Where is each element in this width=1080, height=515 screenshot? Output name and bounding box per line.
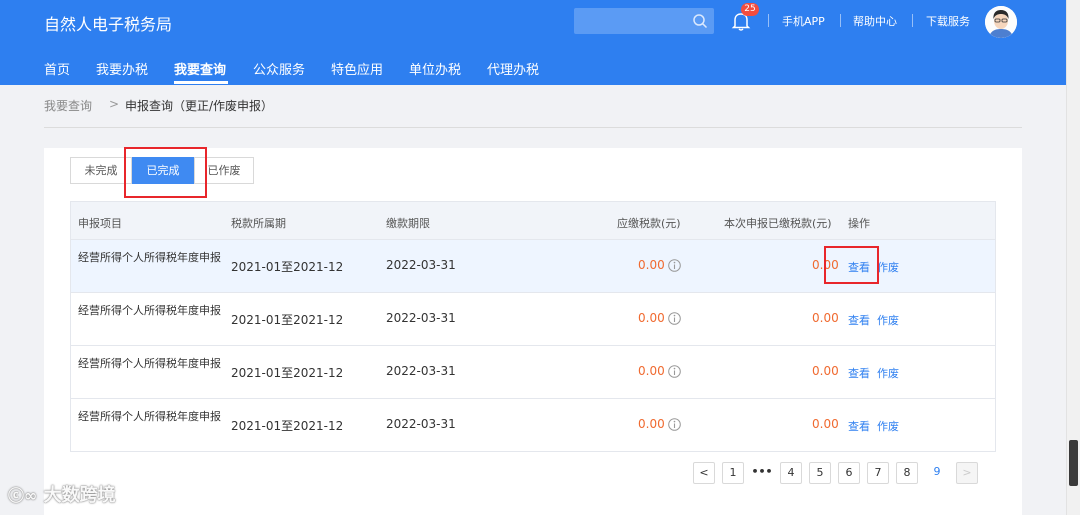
- void-button[interactable]: 作废: [877, 365, 899, 381]
- divider: [44, 127, 1022, 128]
- row-item-name: 经营所得个人所得税年度申报: [78, 251, 221, 264]
- nav-home[interactable]: 首页: [44, 59, 70, 78]
- watermark-text: 大数跨境: [43, 485, 116, 506]
- row-period: 2021-01至2021-12: [231, 366, 344, 380]
- row-deadline: 2022-03-31: [386, 311, 456, 325]
- col-header-due: 应缴税款(元): [617, 217, 681, 230]
- search-input[interactable]: [574, 8, 714, 34]
- nav-agent-tax[interactable]: 代理办税: [487, 59, 539, 78]
- view-button[interactable]: 查看: [848, 418, 870, 434]
- pagination-page[interactable]: 6: [838, 462, 860, 484]
- app-title[interactable]: 自然人电子税务局: [44, 11, 172, 35]
- nav-query[interactable]: 我要查询: [174, 59, 226, 78]
- row-period: 2021-01至2021-12: [231, 260, 344, 274]
- pagination-page[interactable]: 1: [722, 462, 744, 484]
- info-circle-icon[interactable]: [668, 365, 681, 378]
- tab-incomplete[interactable]: 未完成: [70, 157, 132, 184]
- notification-badge: 25: [741, 3, 759, 16]
- row-due-amount: 0.00: [638, 364, 665, 378]
- download-service-link[interactable]: 下载服务: [926, 13, 970, 29]
- pagination-prev-button[interactable]: <: [693, 462, 715, 484]
- mobile-app-link[interactable]: 手机APP: [782, 13, 825, 29]
- void-button[interactable]: 作废: [877, 259, 899, 275]
- watermark: ⓒ∞ 大数跨境: [8, 481, 116, 507]
- pagination-next-button[interactable]: >: [956, 462, 978, 484]
- row-paid-amount: 0.00: [812, 417, 839, 431]
- info-circle-icon[interactable]: [668, 259, 681, 272]
- breadcrumb-root[interactable]: 我要查询: [44, 97, 92, 114]
- col-header-period: 税款所属期: [231, 217, 286, 230]
- nav-featured-apps[interactable]: 特色应用: [331, 59, 383, 78]
- nav-unit-tax[interactable]: 单位办税: [409, 59, 461, 78]
- top-header: 自然人电子税务局 25 手机APP 帮助中心 下载服务 首页 我要办税 我要查询…: [0, 0, 1066, 85]
- row-period: 2021-01至2021-12: [231, 313, 344, 327]
- help-center-link[interactable]: 帮助中心: [853, 13, 897, 29]
- nav-public-service[interactable]: 公众服务: [253, 59, 305, 78]
- col-header-actions: 操作: [848, 217, 870, 230]
- row-item-name: 经营所得个人所得税年度申报: [78, 304, 221, 317]
- view-button[interactable]: 查看: [848, 312, 870, 328]
- col-header-deadline: 缴款期限: [386, 217, 430, 230]
- void-button[interactable]: 作废: [877, 312, 899, 328]
- info-circle-icon[interactable]: [668, 312, 681, 325]
- row-paid-amount: 0.00: [812, 364, 839, 378]
- pagination-page[interactable]: 5: [809, 462, 831, 484]
- pagination-ellipsis[interactable]: •••: [751, 462, 773, 484]
- highlight-box: [124, 147, 207, 198]
- row-due-amount: 0.00: [638, 258, 665, 272]
- pagination-page[interactable]: 4: [780, 462, 802, 484]
- search-icon[interactable]: [692, 13, 708, 29]
- row-item-name: 经营所得个人所得税年度申报: [78, 410, 221, 423]
- row-deadline: 2022-03-31: [386, 417, 456, 431]
- row-period: 2021-01至2021-12: [231, 419, 344, 433]
- info-circle-icon[interactable]: [668, 418, 681, 431]
- col-header-item: 申报项目: [78, 217, 122, 230]
- scrollbar-thumb[interactable]: [1069, 440, 1078, 486]
- user-avatar[interactable]: [985, 6, 1017, 38]
- divider: [768, 14, 769, 27]
- row-due-amount: 0.00: [638, 311, 665, 325]
- breadcrumb-separator: >: [109, 97, 120, 111]
- avatar-icon: [985, 6, 1017, 38]
- watermark-logo-icon: ⓒ∞: [8, 486, 38, 505]
- pagination-current-page[interactable]: 9: [926, 462, 948, 484]
- col-header-paid: 本次申报已缴税款(元): [724, 217, 832, 230]
- divider: [912, 14, 913, 27]
- row-due-amount: 0.00: [638, 417, 665, 431]
- scrollbar[interactable]: [1066, 0, 1080, 515]
- divider: [840, 14, 841, 27]
- nav-tax-filing[interactable]: 我要办税: [96, 59, 148, 78]
- row-deadline: 2022-03-31: [386, 364, 456, 378]
- view-button[interactable]: 查看: [848, 365, 870, 381]
- nav-active-indicator: [174, 81, 228, 84]
- highlight-box: [824, 246, 879, 284]
- pagination-page[interactable]: 7: [867, 462, 889, 484]
- row-item-name: 经营所得个人所得税年度申报: [78, 357, 221, 370]
- breadcrumb-current: 申报查询（更正/作废申报）: [125, 99, 274, 113]
- void-button[interactable]: 作废: [877, 418, 899, 434]
- pagination-page[interactable]: 8: [896, 462, 918, 484]
- row-deadline: 2022-03-31: [386, 258, 456, 272]
- row-paid-amount: 0.00: [812, 311, 839, 325]
